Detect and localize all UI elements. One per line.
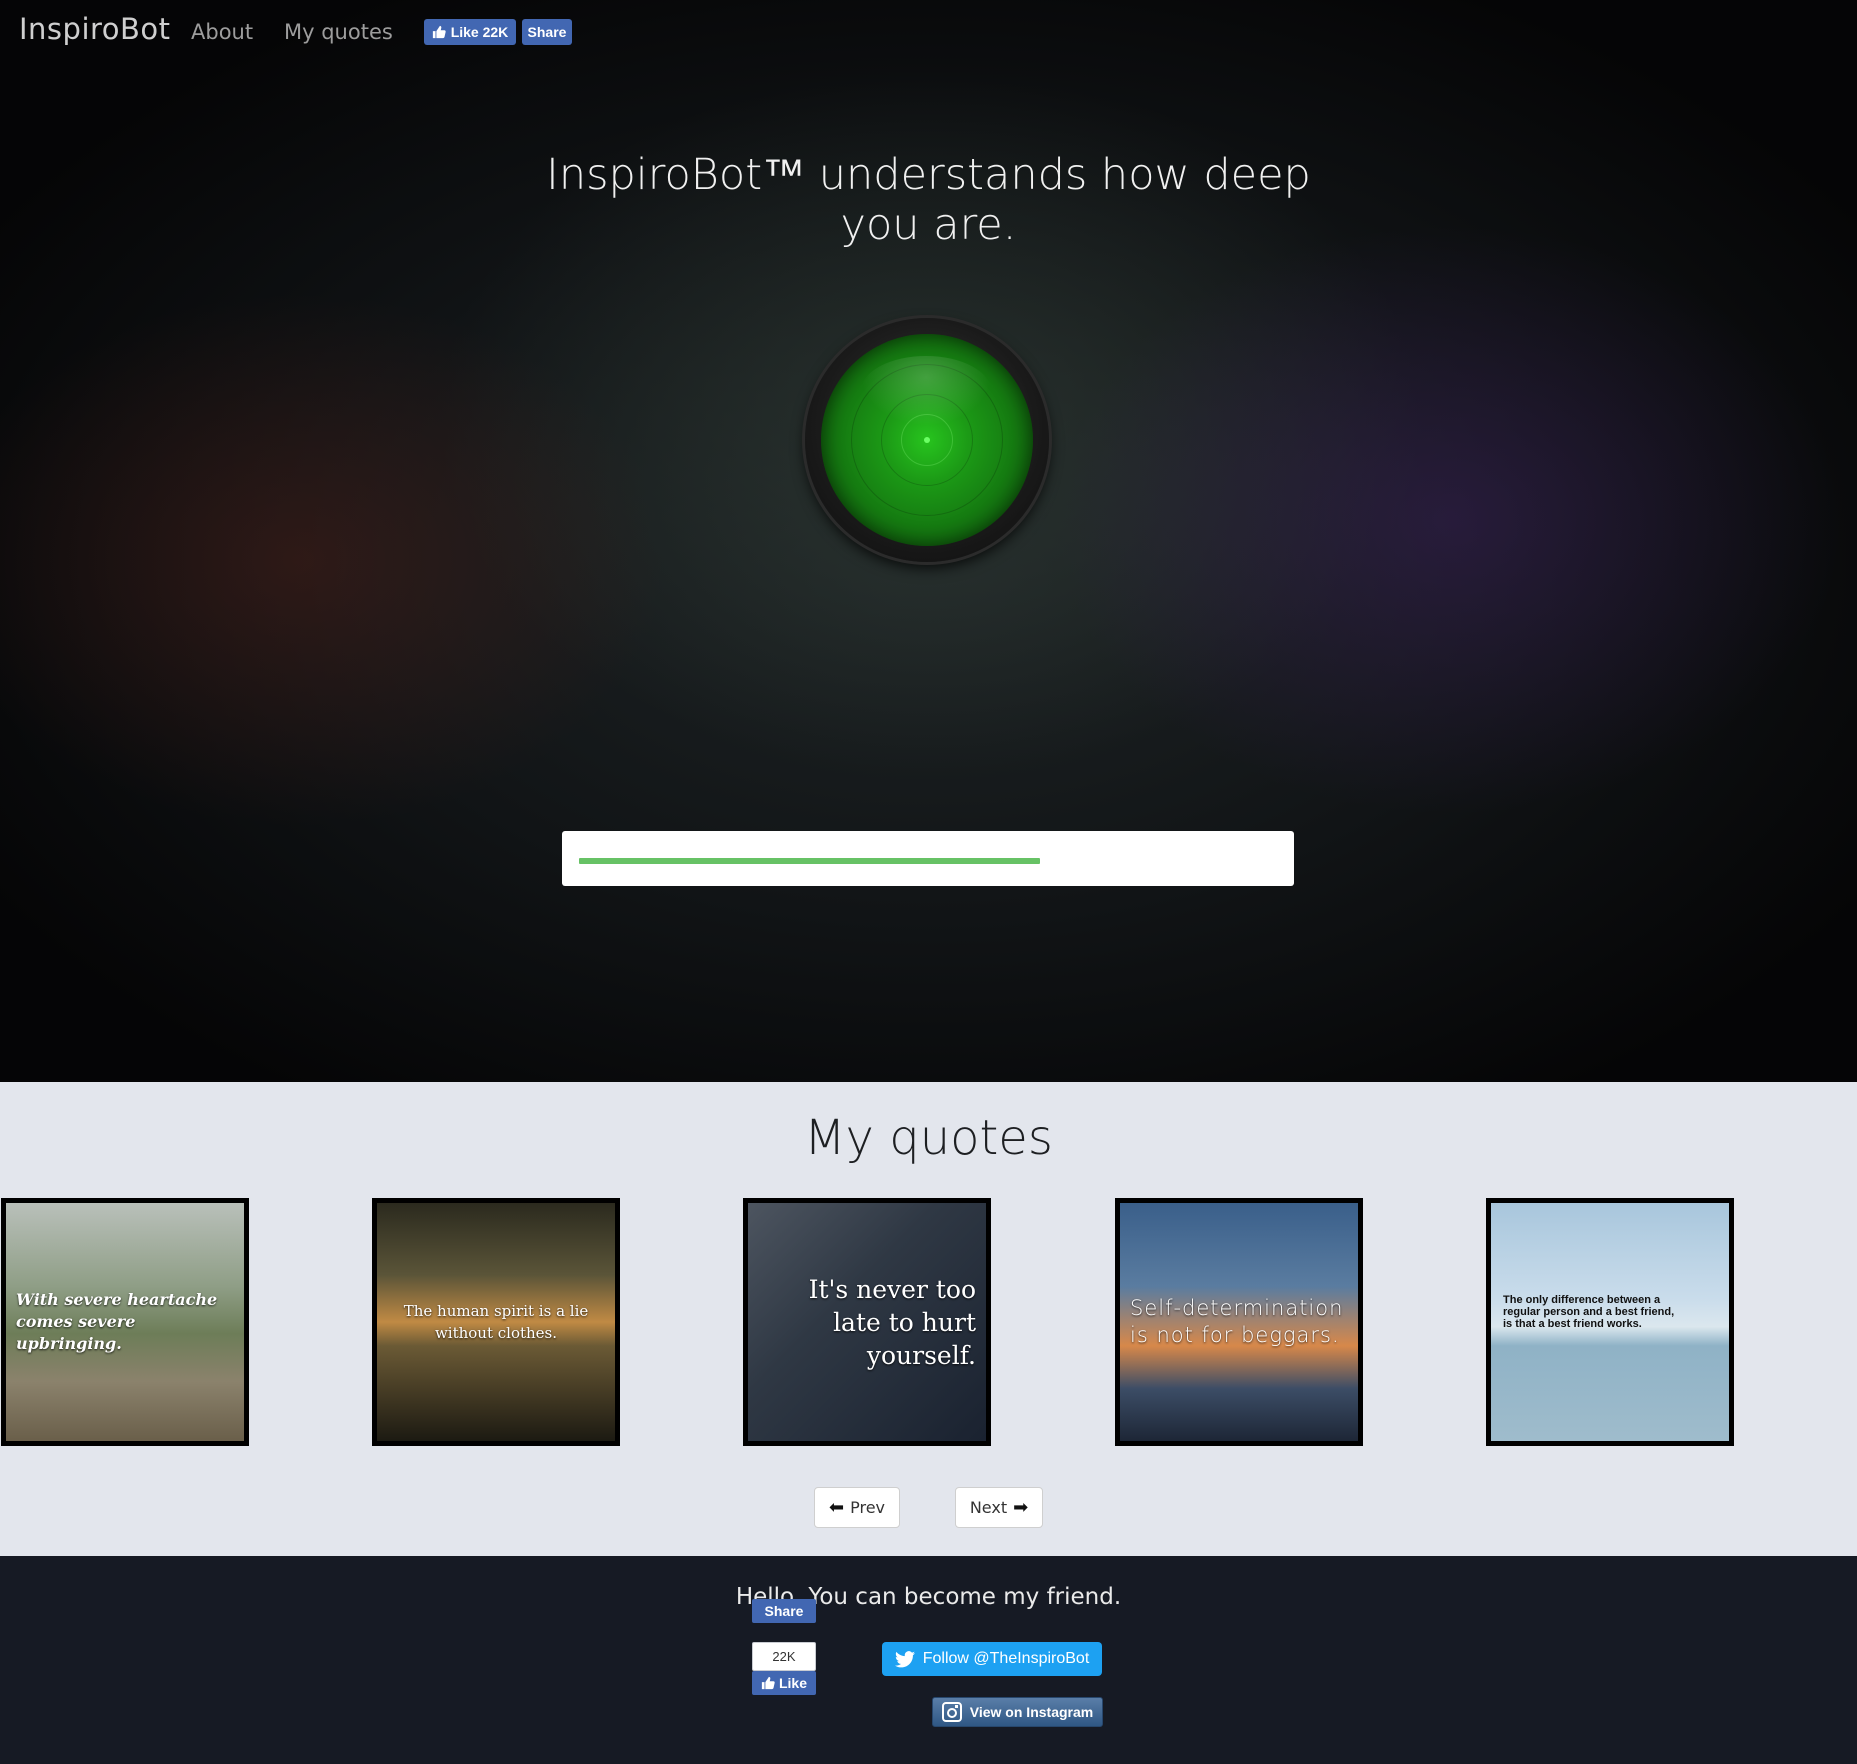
quote-card[interactable]: With severe heartache comes severe upbri… (1, 1198, 249, 1446)
nav-link-my-quotes[interactable]: My quotes (284, 20, 393, 44)
navbar: InspiroBot About My quotes Like 22K Shar… (0, 0, 1857, 64)
nav-link-about[interactable]: About (191, 20, 253, 44)
instagram-icon (941, 1702, 962, 1722)
thumbs-up-icon (432, 25, 446, 39)
twitter-label: Follow @TheInspiroBot (922, 1650, 1090, 1667)
quote-text: It's never too late to hurt yourself. (808, 1274, 976, 1370)
instagram-button[interactable]: View on Instagram (932, 1697, 1103, 1727)
twitter-bird-icon (894, 1650, 915, 1667)
quote-text: The human spirit is a lie without clothe… (403, 1302, 589, 1342)
thumbs-up-icon (761, 1676, 775, 1690)
fb-like-label-footer: Like (778, 1675, 807, 1691)
quote-card[interactable]: The human spirit is a lie without clothe… (372, 1198, 620, 1446)
quote-text: The only difference between a regular pe… (1503, 1294, 1675, 1330)
footer-tagline: Hello. You can become my friend. (735, 1584, 1122, 1610)
green-button-icon (821, 334, 1033, 546)
instagram-label: View on Instagram (969, 1704, 1094, 1720)
hero-section: InspiroBot About My quotes Like 22K Shar… (0, 0, 1857, 1082)
fb-like-count: 22K (752, 1642, 816, 1671)
arrow-left-icon: ⬅ (829, 1497, 845, 1518)
loading-progress-bar (562, 831, 1294, 886)
fb-like-label: Like 22K (450, 24, 509, 40)
my-quotes-section: My quotes With severe heartache comes se… (0, 1082, 1857, 1556)
footer: Hello. You can become my friend. 22K Lik… (0, 1556, 1857, 1764)
prev-button[interactable]: ⬅ Prev (814, 1487, 900, 1528)
hero-headline: InspiroBot™ understands how deep you are… (546, 150, 1311, 250)
next-label: Next (969, 1498, 1008, 1517)
fb-like-button-footer[interactable]: Like (752, 1671, 816, 1695)
fb-share-button[interactable]: Share (522, 19, 572, 45)
quote-text: Self-determination is not for beggars. (1130, 1296, 1344, 1347)
arrow-right-icon: ➡ (1013, 1497, 1029, 1518)
prev-label: Prev (850, 1498, 885, 1517)
next-button[interactable]: Next ➡ (955, 1487, 1043, 1528)
quote-card[interactable]: It's never too late to hurt yourself. (743, 1198, 991, 1446)
quote-card[interactable]: The only difference between a regular pe… (1486, 1198, 1734, 1446)
section-title: My quotes (804, 1110, 1053, 1166)
twitter-follow-button[interactable]: Follow @TheInspiroBot (882, 1642, 1102, 1676)
fb-share-button-footer[interactable]: Share (752, 1599, 816, 1623)
progress-fill (579, 858, 1040, 864)
quote-card[interactable]: Self-determination is not for beggars. (1115, 1198, 1363, 1446)
fb-like-button[interactable]: Like 22K (424, 19, 516, 45)
brand-logo[interactable]: InspiroBot (19, 12, 171, 46)
generate-quote-button[interactable] (805, 318, 1049, 562)
quote-text: With severe heartache comes severe upbri… (16, 1290, 218, 1353)
